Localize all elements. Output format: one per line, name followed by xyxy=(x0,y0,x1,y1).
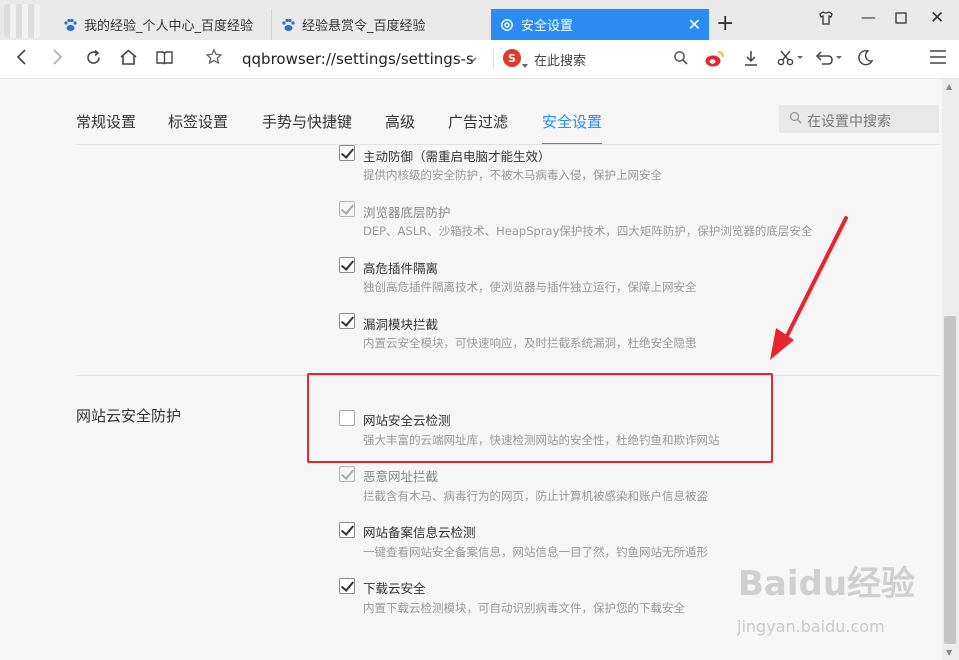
url-divider xyxy=(493,48,494,70)
new-tab-button[interactable]: + xyxy=(716,11,734,36)
search-input[interactable]: 在此搜索 xyxy=(534,50,586,69)
forward-icon[interactable] xyxy=(49,48,65,71)
scroll-down-arrow-icon[interactable]: ▼ xyxy=(946,648,952,657)
search-icon xyxy=(789,111,802,128)
night-mode-moon-icon[interactable] xyxy=(857,49,874,71)
browser-low-level-protection-checkbox[interactable] xyxy=(339,201,355,217)
option-label: 下载云安全 xyxy=(363,581,426,596)
option-label: 漏洞模块拦截 xyxy=(363,317,439,332)
tab-advanced[interactable]: 高级 xyxy=(385,111,415,132)
baidu-watermark-logo: Baidu经验 xyxy=(738,564,916,604)
browser-window: 我的经验_个人中心_百度经验 经验悬赏令_百度经验 安全设置 ✕ + — ✕ q… xyxy=(0,0,959,660)
tab-title: 安全设置 xyxy=(521,19,574,34)
malicious-url-block-checkbox[interactable] xyxy=(339,466,355,482)
tab-security-settings[interactable]: 安全设置 ✕ xyxy=(491,9,709,40)
option-label: 高危插件隔离 xyxy=(363,261,439,276)
option-label: 浏览器底层防护 xyxy=(363,205,451,220)
settings-search-input[interactable]: 在设置中搜索 xyxy=(807,111,891,131)
refresh-icon[interactable] xyxy=(84,48,103,72)
annotation-arrow-icon xyxy=(770,216,848,360)
section-title: 网站云安全防护 xyxy=(76,407,182,425)
menu-icon[interactable] xyxy=(929,49,947,70)
option-description: 提供内核级的安全防护，不被木马病毒入侵，保护上网安全 xyxy=(363,168,662,182)
tab-gestures-shortcuts[interactable]: 手势与快捷键 xyxy=(262,111,352,132)
option-description: 一键查看网站安全备案信息，网站信息一目了然，钓鱼网站无所遁形 xyxy=(363,545,708,559)
option-label: 网站备案信息云检测 xyxy=(363,525,476,540)
url-text[interactable]: qqbrowser://settings/settings-s xyxy=(242,50,474,68)
tab-my-experience[interactable]: 我的经验_个人中心_百度经验 xyxy=(54,9,272,40)
profile-avatar[interactable] xyxy=(4,4,40,38)
option-description: 内置下载云检测模块，可自动识别病毒文件，保护您的下载安全 xyxy=(363,601,685,615)
maximize-icon[interactable] xyxy=(895,10,907,28)
tab-ad-filter[interactable]: 广告过滤 xyxy=(448,111,508,132)
highlight-box xyxy=(307,373,773,463)
tab-strip: 我的经验_个人中心_百度经验 经验悬赏令_百度经验 安全设置 ✕ + — ✕ xyxy=(0,0,959,40)
scrollbar-thumb[interactable] xyxy=(944,316,956,644)
option-label: 主动防御（需重启电脑才能生效） xyxy=(363,149,551,164)
tab-title: 经验悬赏令_百度经验 xyxy=(302,19,426,34)
baidu-watermark-url: jingyan.baidu.com xyxy=(737,617,885,636)
active-defense-checkbox[interactable] xyxy=(339,145,355,161)
plugin-isolation-checkbox[interactable] xyxy=(339,257,355,273)
undo-close-icon[interactable] xyxy=(814,49,844,72)
settings-gear-icon xyxy=(499,17,515,33)
tab-tab-settings[interactable]: 标签设置 xyxy=(168,111,228,132)
baidu-paw-icon xyxy=(280,17,296,33)
option-label: 恶意网址拦截 xyxy=(363,469,439,484)
tabs-divider xyxy=(76,144,940,145)
tab-reward-order[interactable]: 经验悬赏令_百度经验 xyxy=(272,9,490,40)
bookmark-star-icon[interactable] xyxy=(205,48,223,71)
download-cloud-security-checkbox[interactable] xyxy=(339,578,355,594)
option-description: 独创高危插件隔离技术，使浏览器与插件独立运行，保障上网安全 xyxy=(363,280,697,294)
screenshot-scissors-icon[interactable] xyxy=(777,49,805,72)
tab-title: 我的经验_个人中心_百度经验 xyxy=(84,19,254,34)
minimize-icon[interactable]: — xyxy=(861,8,876,26)
close-tab-icon[interactable]: ✕ xyxy=(688,15,701,34)
close-window-icon[interactable]: ✕ xyxy=(930,8,944,28)
reading-mode-icon[interactable] xyxy=(155,48,174,72)
baidu-paw-icon xyxy=(62,17,78,33)
navigation-bar: qqbrowser://settings/settings-s S 在此搜索 xyxy=(0,40,959,79)
url-dropdown-icon[interactable] xyxy=(466,50,478,71)
vulnerability-block-checkbox[interactable] xyxy=(339,313,355,329)
back-icon[interactable] xyxy=(14,48,30,71)
sogou-search-logo-icon[interactable]: S xyxy=(503,49,521,67)
search-engine-dropdown-icon[interactable] xyxy=(521,54,529,75)
search-icon[interactable] xyxy=(673,50,689,71)
option-description: DEP、ASLR、沙箱技术、HeapSpray保护技术，四大矩阵防护，保护浏览器… xyxy=(363,224,813,238)
tab-general-settings[interactable]: 常规设置 xyxy=(76,111,136,132)
download-icon[interactable] xyxy=(742,49,760,72)
scroll-up-arrow-icon[interactable]: ▲ xyxy=(946,82,952,91)
tab-security-settings-page[interactable]: 安全设置 xyxy=(542,111,602,132)
weibo-icon[interactable] xyxy=(704,49,726,74)
option-description: 内置云安全模块，可快速响应，及时拦截系统漏洞，杜绝安全隐患 xyxy=(363,336,697,350)
shirt-skin-icon[interactable] xyxy=(818,10,834,30)
option-description: 拦截含有木马、病毒行为的网页，防止计算机被感染和账户信息被盗 xyxy=(363,489,708,503)
home-icon[interactable] xyxy=(119,48,138,72)
website-filing-check-checkbox[interactable] xyxy=(339,522,355,538)
